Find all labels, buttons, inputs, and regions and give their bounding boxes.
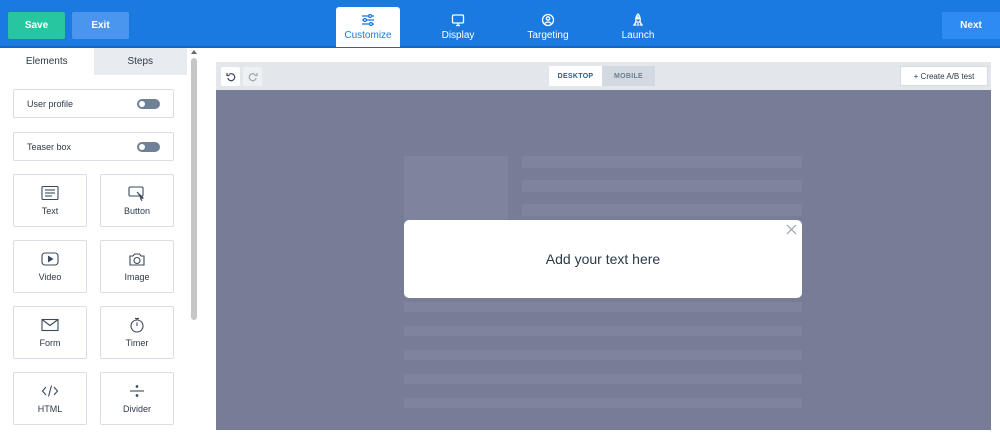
toggle-label: User profile (27, 98, 74, 109)
stopwatch-icon (130, 317, 144, 333)
step-display[interactable]: Display (426, 7, 490, 47)
save-button[interactable]: Save (8, 12, 65, 39)
desktop-tab[interactable]: DESKTOP (549, 66, 602, 86)
step-label: Targeting (527, 30, 569, 41)
ghost-line (404, 326, 802, 336)
element-video[interactable]: Video (13, 240, 87, 293)
ghost-line (522, 180, 802, 192)
ghost-line (522, 156, 802, 168)
scroll-thumb[interactable] (191, 58, 197, 320)
step-label: Launch (621, 30, 655, 41)
canvas-toolbar: DESKTOP MOBILE + Create A/B test (216, 62, 991, 90)
element-label: Video (38, 272, 62, 282)
site-preview-overlay: Add your text here (216, 90, 991, 430)
step-customize[interactable]: Customize (336, 7, 400, 47)
popup-preview[interactable]: Add your text here (404, 220, 802, 298)
button-cursor-icon (128, 186, 145, 201)
element-label: Divider (122, 404, 151, 414)
code-icon (41, 385, 59, 397)
exit-button[interactable]: Exit (72, 12, 129, 39)
monitor-icon (451, 14, 465, 27)
teaser-box-toggle-row: Teaser box (13, 132, 174, 161)
ghost-line (404, 302, 802, 312)
editor-canvas: DESKTOP MOBILE + Create A/B test Add you… (216, 62, 991, 430)
step-launch[interactable]: Launch (606, 7, 670, 47)
element-image[interactable]: Image (100, 240, 174, 293)
element-text[interactable]: Text (13, 174, 87, 227)
target-user-icon (541, 13, 555, 27)
tab-steps[interactable]: Steps (93, 48, 187, 75)
close-icon[interactable] (786, 224, 797, 235)
element-label: Button (123, 206, 151, 216)
element-label: Image (124, 272, 150, 282)
ghost-line (522, 204, 802, 216)
redo-button[interactable] (243, 67, 262, 86)
element-timer[interactable]: Timer (100, 306, 174, 359)
undo-button[interactable] (221, 67, 240, 86)
tab-elements[interactable]: Elements (0, 48, 94, 75)
camera-icon (129, 253, 145, 266)
sliders-icon (362, 13, 374, 27)
device-toggle: DESKTOP MOBILE (549, 66, 655, 86)
element-label: HTML (37, 404, 63, 414)
mobile-tab[interactable]: MOBILE (602, 66, 655, 86)
step-label: Customize (344, 30, 392, 41)
element-label: Timer (125, 338, 149, 348)
elements-panel: Elements Steps User profile Teaser box T… (0, 48, 200, 434)
toggle-label: Teaser box (27, 141, 72, 152)
rocket-icon (632, 13, 644, 26)
wizard-steps: Customize Display Targeting Launch (336, 7, 696, 47)
step-targeting[interactable]: Targeting (516, 7, 580, 47)
step-label: Display (441, 30, 475, 41)
panel-scrollbar[interactable] (190, 48, 198, 434)
element-button[interactable]: Button (100, 174, 174, 227)
user-profile-toggle-row: User profile (13, 89, 174, 118)
element-form[interactable]: Form (13, 306, 87, 359)
ghost-line (404, 374, 802, 384)
scroll-up-arrow-icon[interactable] (191, 50, 197, 54)
element-divider[interactable]: Divider (100, 372, 174, 425)
ghost-block (404, 156, 508, 220)
top-bar: Save Exit Customize Display Targeting La… (0, 0, 1000, 48)
divider-icon (130, 385, 144, 397)
ghost-line (404, 398, 802, 408)
user-profile-toggle[interactable] (137, 98, 160, 109)
popup-text[interactable]: Add your text here (546, 251, 660, 267)
ghost-line (404, 350, 802, 360)
video-icon (41, 252, 59, 266)
element-label: Text (41, 206, 59, 216)
panel-tabs: Elements Steps (0, 48, 187, 75)
redo-icon (248, 72, 258, 81)
element-html[interactable]: HTML (13, 372, 87, 425)
teaser-box-toggle[interactable] (137, 141, 160, 152)
element-label: Form (39, 338, 61, 348)
undo-icon (225, 72, 235, 81)
text-icon (41, 185, 59, 201)
create-ab-test-button[interactable]: + Create A/B test (900, 66, 988, 86)
next-button[interactable]: Next (942, 12, 1000, 39)
envelope-icon (41, 318, 59, 332)
